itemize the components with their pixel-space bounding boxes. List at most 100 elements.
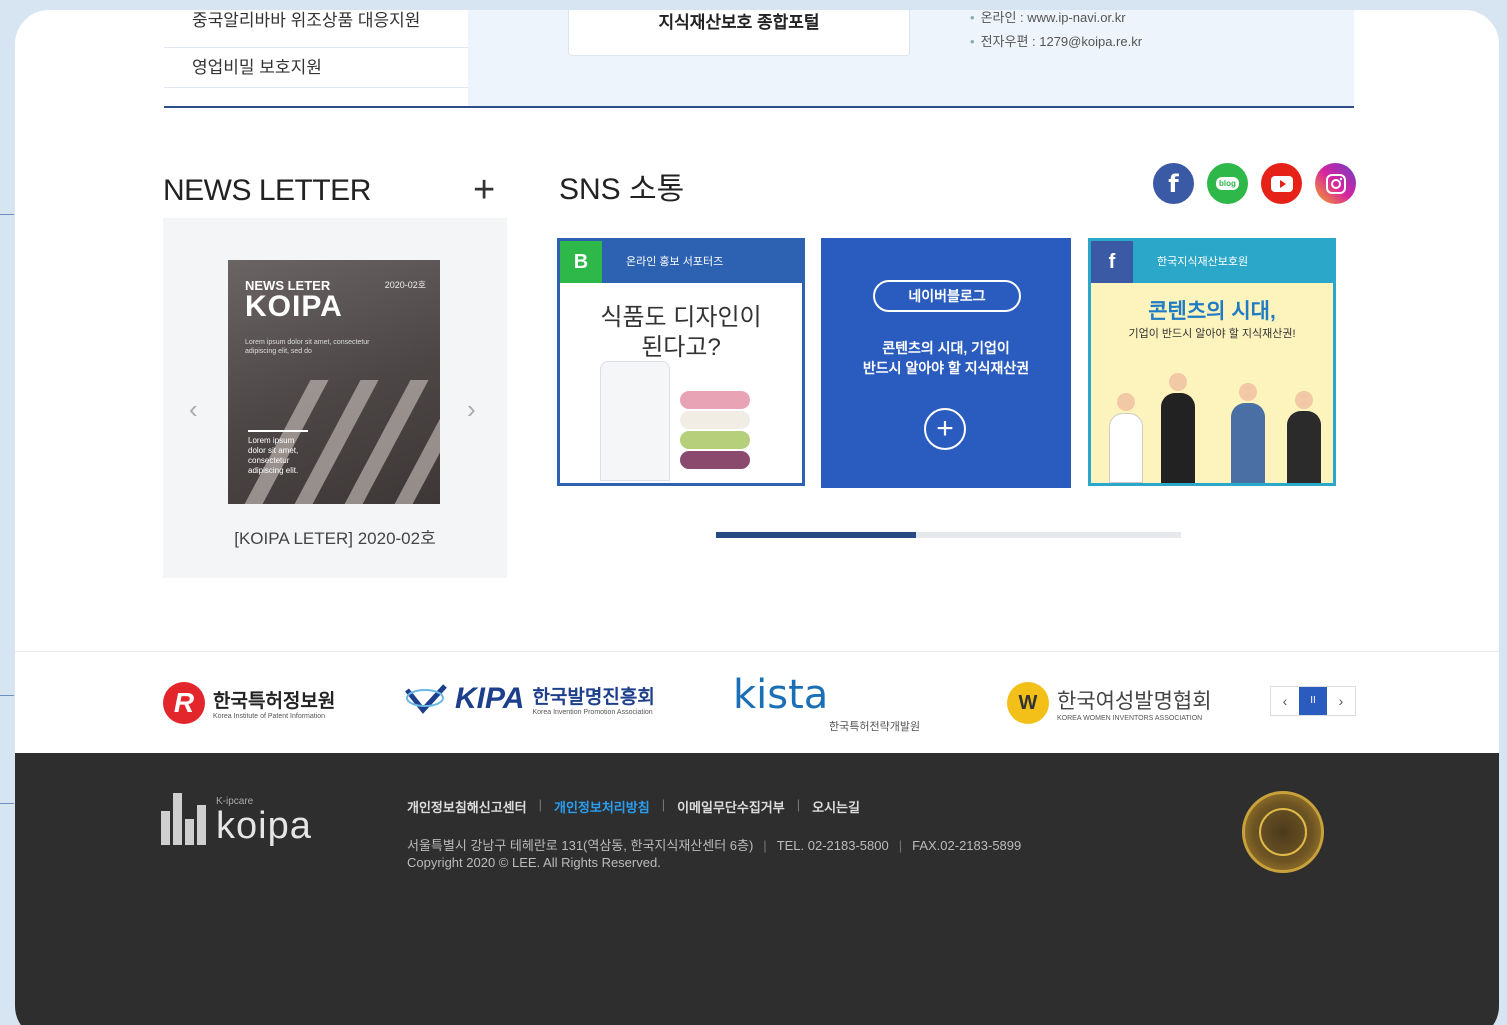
menu-item-trade-secret[interactable]: 영업비밀 보호지원 bbox=[164, 48, 468, 88]
card-banner: 한국지식재산보호원 bbox=[1133, 241, 1333, 283]
plus-circle-icon[interactable]: + bbox=[924, 408, 966, 450]
card-subheadline: 기업이 반드시 알아야 할 지식재산권! bbox=[1128, 328, 1296, 340]
person-head bbox=[1295, 391, 1313, 409]
sns-title: SNS 소통 bbox=[559, 173, 685, 206]
kipi-logo-icon: R bbox=[163, 682, 205, 724]
footer-link-privacy[interactable]: 개인정보처리방침 bbox=[554, 797, 650, 816]
edge-line bbox=[0, 695, 14, 696]
footer-brand-large: koipa bbox=[216, 805, 312, 847]
menu-item-alibaba[interactable]: 중국알리바바 위조상품 대응지원 bbox=[164, 10, 468, 48]
edge-line bbox=[0, 803, 14, 804]
partner-kwia[interactable]: W 한국여성발명협회 KOREA WOMEN INVENTORS ASSOCIA… bbox=[1007, 682, 1212, 724]
kipa-wordmark: KIPA bbox=[455, 682, 525, 715]
person-illustration bbox=[1161, 393, 1195, 483]
support-menu: 중국알리바바 위조상품 대응지원 영업비밀 보호지원 bbox=[164, 10, 468, 106]
blog-icon[interactable]: blog bbox=[1207, 163, 1248, 204]
partner-name: 한국발명진흥회 bbox=[532, 687, 655, 708]
pause-icon[interactable]: II bbox=[1299, 687, 1327, 715]
macaron-image bbox=[680, 391, 750, 409]
youtube-icon[interactable] bbox=[1261, 163, 1302, 204]
person-illustration bbox=[1231, 403, 1265, 483]
progress-fill bbox=[716, 532, 916, 538]
sns-card-facebook[interactable]: f 한국지식재산보호원 콘텐츠의 시대, 기업이 반드시 알아야 할 지식재산권… bbox=[1088, 238, 1336, 486]
edge-line bbox=[0, 214, 14, 215]
milk-bottle-image bbox=[600, 361, 670, 481]
site-footer: K-ipcare koipa 개인정보침해신고센터 | 개인정보처리방침 | 이… bbox=[15, 753, 1499, 1025]
person-head bbox=[1169, 373, 1187, 391]
card-headline: 콘텐츠의 시대, bbox=[1148, 300, 1276, 323]
logo-bars-icon bbox=[161, 793, 206, 845]
contact-info: • 온라인 : www.ip-navi.or.kr • 전자우편 : 1279@ko… bbox=[970, 10, 1142, 54]
partner-kipa[interactable]: KIPA 한국발명진흥회 Korea Invention Promotion A… bbox=[405, 682, 655, 716]
chevron-left-icon[interactable]: ‹ bbox=[1271, 687, 1299, 715]
macaron-image bbox=[680, 451, 750, 469]
browser-frame: 중국알리바바 위조상품 대응지원 영업비밀 보호지원 지식재산보호 종합포털 •… bbox=[15, 10, 1499, 1025]
card-text-line2: 반드시 알아야 할 지식재산권 bbox=[862, 360, 1030, 376]
plus-icon[interactable]: + bbox=[473, 170, 495, 210]
newsletter-cover[interactable]: NEWS LETER KOIPA 2020-02호 Lorem ipsum do… bbox=[228, 260, 440, 504]
partner-sub: Korea Invention Promotion Association bbox=[532, 709, 653, 716]
partner-name: 한국특허전략개발원 bbox=[829, 721, 921, 733]
top-section: 중국알리바바 위조상품 대응지원 영업비밀 보호지원 지식재산보호 종합포털 •… bbox=[164, 10, 1354, 108]
footer-copyright: Copyright 2020 © LEE. All Rights Reserve… bbox=[407, 855, 661, 870]
chevron-right-icon[interactable]: › bbox=[1327, 687, 1355, 715]
kipa-logo-icon bbox=[405, 684, 447, 714]
macaron-image bbox=[680, 431, 750, 449]
person-illustration bbox=[1287, 411, 1321, 483]
facebook-badge: f bbox=[1091, 241, 1133, 283]
card-headline: 식품도 디자인이 된다고? bbox=[560, 303, 802, 363]
cover-issue: 2020-02호 bbox=[384, 280, 426, 290]
footer-link-directions[interactable]: 오시는길 bbox=[812, 797, 860, 816]
kista-wordmark: kista bbox=[733, 672, 829, 718]
newsletter-caption[interactable]: [KOIPA LETER] 2020-02호 bbox=[163, 524, 507, 549]
partner-kista[interactable]: kista 한국특허전략개발원 bbox=[733, 672, 920, 734]
contact-email-text: 전자우편 : 1279@koipa.re.kr bbox=[980, 34, 1143, 49]
facebook-icon[interactable]: f bbox=[1153, 163, 1194, 204]
cover-footer: Lorem ipsum dolor sit amet, consectetur … bbox=[248, 430, 308, 476]
fax-text: FAX.02-2183-5899 bbox=[912, 838, 1022, 853]
partner-sub: KOREA WOMEN INVENTORS ASSOCIATION bbox=[1057, 714, 1203, 722]
sns-card-naver-blog[interactable]: 네이버블로그 콘텐츠의 시대, 기업이 반드시 알아야 할 지식재산권 + bbox=[821, 238, 1071, 488]
partner-sub: Korea Institute of Patent Information bbox=[213, 713, 326, 720]
tel-text: TEL. 02-2183-5800 bbox=[776, 838, 889, 853]
address-text: 서울특별시 강남구 테헤란로 131(역삼동, 한국지식재산센터 6층) bbox=[407, 838, 754, 853]
macaron-image bbox=[680, 411, 750, 429]
card-headline-line2: 된다고? bbox=[641, 334, 721, 361]
newsletter-panel: ‹ NEWS LETER KOIPA 2020-02호 Lorem ipsum … bbox=[163, 218, 507, 578]
card-text: 콘텐츠의 시대, 기업이 반드시 알아야 할 지식재산권 bbox=[821, 338, 1071, 378]
chevron-left-icon[interactable]: ‹ bbox=[189, 394, 198, 425]
partner-pager: ‹ II › bbox=[1270, 686, 1356, 716]
partner-kipi[interactable]: R 한국특허정보원 Korea Institute of Patent Info… bbox=[163, 682, 335, 724]
footer-link-email-policy[interactable]: 이메일무단수집거부 bbox=[677, 797, 785, 816]
card-banner: 온라인 홍보 서포터즈 bbox=[602, 241, 802, 283]
sns-icon-group: f blog bbox=[1153, 163, 1356, 204]
kwia-logo-icon: W bbox=[1007, 682, 1049, 724]
separator: | bbox=[796, 797, 801, 812]
portal-button[interactable]: 지식재산보호 종합포털 bbox=[568, 10, 910, 56]
partner-name: 한국여성발명협회 bbox=[1057, 689, 1212, 713]
person-illustration bbox=[1109, 413, 1143, 483]
chevron-right-icon[interactable]: › bbox=[467, 394, 476, 425]
sns-progress-bar[interactable] bbox=[716, 532, 1181, 538]
card-text-line1: 콘텐츠의 시대, 기업이 bbox=[882, 340, 1010, 356]
card-headline-line1: 식품도 디자인이 bbox=[600, 304, 762, 331]
separator: | bbox=[538, 797, 542, 812]
separator: | bbox=[661, 797, 666, 812]
footer-links: 개인정보침해신고센터 | 개인정보처리방침 | 이메일무단수집거부 | 오시는길 bbox=[407, 797, 860, 816]
cover-brand: KOIPA bbox=[245, 290, 343, 323]
blog-badge: B bbox=[560, 241, 602, 283]
footer-logo[interactable]: K-ipcare koipa bbox=[161, 793, 312, 845]
partner-logos: R 한국특허정보원 Korea Institute of Patent Info… bbox=[15, 651, 1499, 753]
cover-blurb: Lorem ipsum dolor sit amet, consectetur … bbox=[245, 339, 370, 355]
newsletter-title: NEWS LETTER bbox=[163, 174, 371, 207]
naver-blog-pill: 네이버블로그 bbox=[873, 280, 1021, 312]
footer-link-report[interactable]: 개인정보침해신고센터 bbox=[407, 797, 527, 816]
sns-card-blog-food[interactable]: B 온라인 홍보 서포터즈 식품도 디자인이 된다고? bbox=[557, 238, 805, 486]
blog-icon-label: blog bbox=[1216, 177, 1239, 190]
contact-online-text: 온라인 : www.ip-navi.or.kr bbox=[980, 10, 1126, 25]
person-head bbox=[1239, 383, 1257, 401]
person-head bbox=[1117, 393, 1135, 411]
instagram-icon[interactable] bbox=[1315, 163, 1356, 204]
partner-name: 한국특허정보원 bbox=[213, 691, 336, 712]
footer-brand: K-ipcare koipa bbox=[216, 796, 312, 845]
